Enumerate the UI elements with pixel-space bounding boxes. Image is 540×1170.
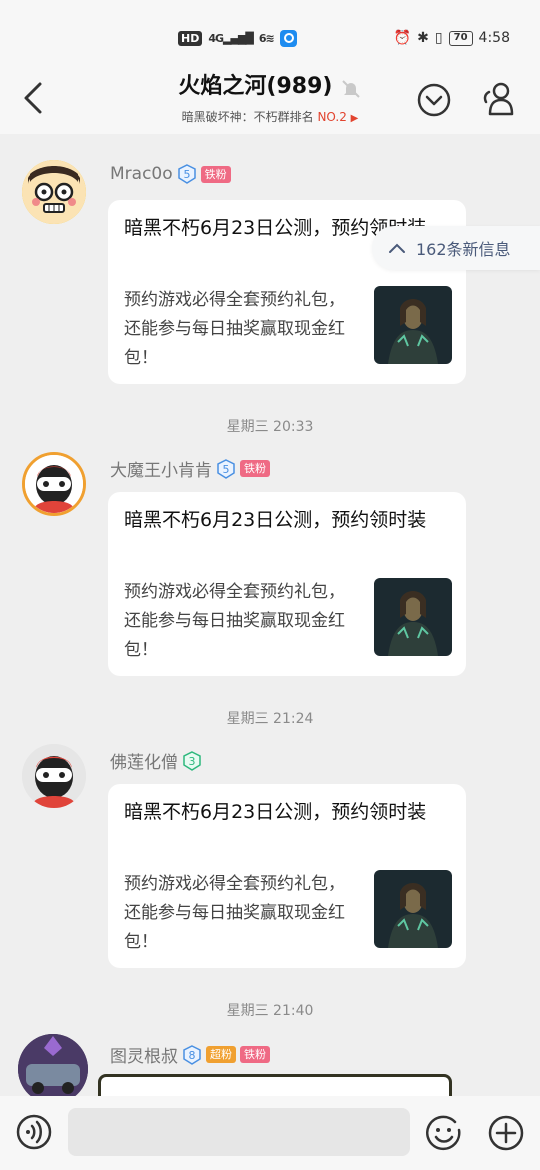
vibrate-icon: ▯ <box>434 30 443 46</box>
sender-row: 佛莲化僧 3 <box>110 748 202 773</box>
more-actions-button[interactable] <box>487 1114 525 1152</box>
sender-name[interactable]: 佛莲化僧 <box>110 748 178 773</box>
chat-area[interactable]: Mrac0o 5 铁粉 暗黑不朽6月23日公测，预约领时装 预约游戏必得全套预约… <box>0 134 540 1096</box>
level-badge-icon: 8 <box>183 1044 201 1065</box>
avatar[interactable] <box>22 160 86 224</box>
share-card[interactable]: 暗黑不朽6月23日公测，预约领时装 预约游戏必得全套预约礼包，还能参与每日抽奖赢… <box>108 784 466 968</box>
avatar[interactable] <box>22 744 86 808</box>
hd-icon: HD <box>178 31 203 46</box>
chevron-up-icon <box>389 243 405 253</box>
sender-row: 大魔王小肯肯 5 铁粉 <box>110 456 270 481</box>
timestamp: 星期三 21:24 <box>226 711 314 727</box>
level-badge-icon: 5 <box>217 458 235 479</box>
new-messages-label: 162条新信息 <box>416 240 511 259</box>
card-description: 预约游戏必得全套预约礼包，还能参与每日抽奖赢取现金红包！ <box>124 874 345 952</box>
timestamp: 星期三 20:33 <box>226 419 314 435</box>
card-title: 暗黑不朽6月23日公测，预约领时装 <box>124 509 427 531</box>
rank-value: NO.2 <box>317 110 347 124</box>
masked-character-avatar-icon <box>25 455 83 513</box>
emoji-button[interactable] <box>425 1114 463 1152</box>
bluetooth-icon: ✱ <box>417 30 429 46</box>
svg-text:8: 8 <box>189 1049 196 1062</box>
input-bar <box>0 1096 540 1170</box>
game-character-image-icon <box>374 578 452 656</box>
avatar[interactable] <box>18 1034 88 1096</box>
sender-name[interactable]: 大魔王小肯肯 <box>110 456 212 481</box>
card-thumbnail <box>374 870 452 948</box>
message-bubble-partial[interactable] <box>98 1074 452 1096</box>
share-card[interactable]: 暗黑不朽6月23日公测，预约领时装 预约游戏必得全套预约礼包，还能参与每日抽奖赢… <box>108 492 466 676</box>
fan-badge: 铁粉 <box>240 1046 270 1063</box>
sender-name[interactable]: Mrac0o <box>110 164 173 184</box>
sender-row: Mrac0o 5 铁粉 <box>110 164 231 184</box>
group-members-button[interactable] <box>480 80 518 118</box>
card-thumbnail <box>374 286 452 364</box>
game-character-image-icon <box>374 286 452 364</box>
status-right-icons: ⏰ ✱ ▯ 70 4:58 <box>394 30 510 46</box>
avatar[interactable] <box>22 452 86 516</box>
collapse-dropdown-button[interactable] <box>416 82 452 118</box>
svg-text:5: 5 <box>223 463 230 476</box>
card-description: 预约游戏必得全套预约礼包，还能参与每日抽奖赢取现金红包！ <box>124 290 345 368</box>
status-bar: HD 4G▂▄▆█ 6≋ ⏰ ✱ ▯ 70 4:58 <box>0 0 540 64</box>
level-badge-icon: 5 <box>177 164 196 184</box>
sender-name[interactable]: 图灵根叔 <box>110 1042 178 1067</box>
card-thumbnail <box>374 578 452 656</box>
message-input[interactable] <box>68 1108 410 1156</box>
card-title: 暗黑不朽6月23日公测，预约领时装 <box>124 801 427 823</box>
fan-badge: 铁粉 <box>200 165 231 183</box>
sender-row: 图灵根叔 8 超粉 铁粉 <box>110 1042 270 1067</box>
title-wrap: 火焰之河(989) <box>0 68 540 100</box>
alarm-icon: ⏰ <box>393 30 412 46</box>
group-rank[interactable]: 暗黑破坏神：不朽群排名 NO.2 ▶ <box>0 108 540 125</box>
super-fan-badge: 超粉 <box>206 1046 236 1063</box>
voice-input-button[interactable] <box>16 1114 52 1150</box>
card-description: 预约游戏必得全套预约礼包，还能参与每日抽奖赢取现金红包！ <box>124 582 345 660</box>
status-left-icons: HD 4G▂▄▆█ 6≋ <box>178 30 297 47</box>
battery-icon: 70 <box>448 30 473 46</box>
svg-text:3: 3 <box>189 755 196 768</box>
chat-header: 火焰之河(989) 暗黑破坏神：不朽群排名 NO.2 ▶ <box>0 64 540 134</box>
wifi-icon: 6≋ <box>258 32 275 45</box>
cartoon-face-avatar-icon <box>22 160 86 224</box>
cellular-signal-icon: 4G▂▄▆█ <box>208 32 254 45</box>
mute-bell-icon <box>341 79 360 98</box>
clock: 4:58 <box>478 30 510 46</box>
timestamp: 星期三 21:40 <box>226 1003 314 1019</box>
car-avatar-icon <box>18 1034 88 1096</box>
game-character-image-icon <box>374 870 452 948</box>
level-badge-icon: 3 <box>183 750 201 771</box>
search-notification-icon <box>279 30 297 47</box>
fan-badge: 铁粉 <box>240 460 270 477</box>
masked-character-avatar-icon <box>22 744 86 808</box>
arrow-right-icon: ▶ <box>350 113 359 124</box>
new-messages-button[interactable]: 162条新信息 <box>372 226 540 270</box>
svg-text:5: 5 <box>183 168 190 181</box>
page-title: 火焰之河(989) <box>178 74 333 99</box>
